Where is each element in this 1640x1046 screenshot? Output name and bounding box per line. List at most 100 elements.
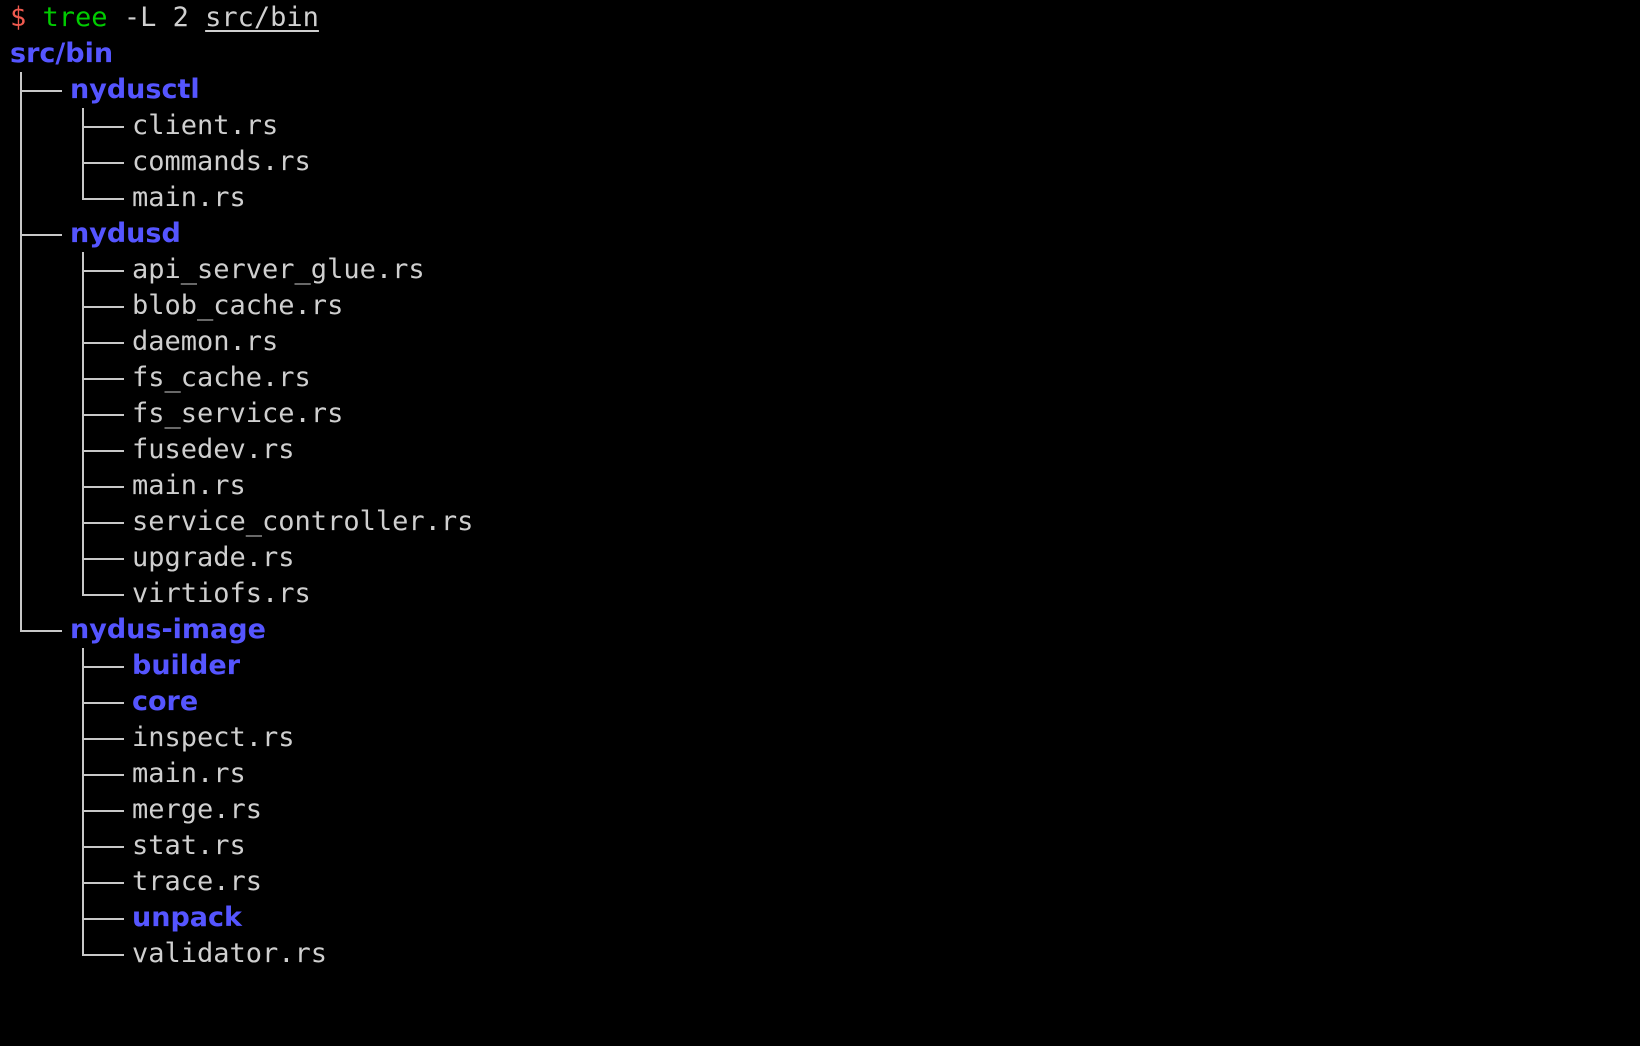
tree-guide-vertical [20, 576, 22, 612]
directory-name: nydus-image [70, 614, 266, 645]
command-name: tree [42, 2, 108, 33]
file-name: trace.rs [132, 866, 263, 897]
tree-row-file: main.rs [0, 756, 1640, 792]
terminal-window: $ tree -L 2 src/bin src/bin nydusctl clie… [0, 0, 1640, 1046]
tree-row-file: validator.rs [0, 936, 1640, 972]
tree-guide-branch [82, 414, 124, 416]
tree-guide-branch [82, 882, 124, 884]
file-name: api_server_glue.rs [132, 254, 425, 285]
tree-guide-vertical [20, 504, 22, 540]
tree-guide-branch [82, 198, 124, 200]
tree-guide-branch [82, 522, 124, 524]
tree-guide-branch [82, 774, 124, 776]
tree-guide-vertical [20, 468, 22, 504]
file-name: virtiofs.rs [132, 578, 311, 609]
tree-root-path: src/bin [10, 38, 114, 69]
tree-row-directory: builder [0, 648, 1640, 684]
file-name: fs_service.rs [132, 398, 344, 429]
file-name: upgrade.rs [132, 542, 295, 573]
tree-row-file: stat.rs [0, 828, 1640, 864]
tree-row-file: commands.rs [0, 144, 1640, 180]
command-flags: -L 2 [123, 2, 189, 33]
file-name: daemon.rs [132, 326, 279, 357]
tree-guide-branch [82, 666, 124, 668]
file-name: main.rs [132, 758, 246, 789]
tree-guide-branch [82, 342, 124, 344]
file-name: merge.rs [132, 794, 263, 825]
tree-listing: nydusctl client.rs commands.rs main.rs nydus… [0, 72, 1640, 972]
tree-row-file: main.rs [0, 468, 1640, 504]
tree-guide-branch [82, 702, 124, 704]
tree-guide-vertical [20, 396, 22, 432]
directory-name: nydusctl [70, 74, 200, 105]
tree-row-file: fs_service.rs [0, 396, 1640, 432]
tree-guide-branch [82, 738, 124, 740]
directory-name: core [132, 686, 199, 717]
command-argument-path: src/bin [205, 2, 319, 33]
tree-guide-branch [82, 126, 124, 128]
tree-guide-vertical [20, 180, 22, 216]
file-name: validator.rs [132, 938, 328, 969]
command-prompt-line: $ tree -L 2 src/bin [0, 0, 1640, 36]
tree-row-directory: unpack [0, 900, 1640, 936]
file-name: fusedev.rs [132, 434, 295, 465]
tree-guide-vertical [20, 252, 22, 288]
tree-guide-branch [82, 486, 124, 488]
tree-guide-vertical [20, 612, 22, 631]
tree-row-file: inspect.rs [0, 720, 1640, 756]
file-name: commands.rs [132, 146, 311, 177]
tree-row-file: upgrade.rs [0, 540, 1640, 576]
tree-guide-vertical [20, 288, 22, 324]
tree-guide-vertical [82, 180, 84, 199]
tree-row-file: trace.rs [0, 864, 1640, 900]
tree-row-directory: nydusd [0, 216, 1640, 252]
tree-row-file: daemon.rs [0, 324, 1640, 360]
tree-row-file: api_server_glue.rs [0, 252, 1640, 288]
file-name: blob_cache.rs [132, 290, 344, 321]
tree-guide-branch [82, 270, 124, 272]
tree-row-file: client.rs [0, 108, 1640, 144]
directory-name: builder [132, 650, 241, 681]
file-name: client.rs [132, 110, 279, 141]
tree-guide-vertical [82, 576, 84, 595]
tree-row-file: fs_cache.rs [0, 360, 1640, 396]
file-name: fs_cache.rs [132, 362, 311, 393]
tree-guide-vertical [82, 936, 84, 955]
tree-row-file: fusedev.rs [0, 432, 1640, 468]
tree-guide-branch [20, 630, 62, 632]
directory-name: nydusd [70, 218, 181, 249]
tree-guide-branch [82, 450, 124, 452]
file-name: stat.rs [132, 830, 246, 861]
file-name: service_controller.rs [132, 506, 474, 537]
tree-guide-vertical [20, 144, 22, 180]
tree-guide-branch [82, 594, 124, 596]
tree-guide-branch [82, 306, 124, 308]
tree-guide-vertical [20, 108, 22, 144]
tree-guide-branch [82, 846, 124, 848]
tree-row-file: blob_cache.rs [0, 288, 1640, 324]
file-name: inspect.rs [132, 722, 295, 753]
file-name: main.rs [132, 182, 246, 213]
tree-row-file: main.rs [0, 180, 1640, 216]
tree-row-directory: nydusctl [0, 72, 1640, 108]
tree-row-directory: nydus-image [0, 612, 1640, 648]
tree-row-directory: core [0, 684, 1640, 720]
tree-guide-branch [82, 954, 124, 956]
prompt-sigil: $ [10, 2, 27, 33]
tree-guide-vertical [20, 324, 22, 360]
tree-guide-branch [82, 378, 124, 380]
tree-guide-vertical [20, 432, 22, 468]
tree-row-file: service_controller.rs [0, 504, 1640, 540]
tree-guide-vertical [20, 360, 22, 396]
file-name: main.rs [132, 470, 246, 501]
tree-guide-branch [82, 162, 124, 164]
tree-guide-branch [82, 810, 124, 812]
directory-name: unpack [132, 902, 242, 933]
tree-guide-vertical [20, 540, 22, 576]
tree-guide-branch [20, 90, 62, 92]
tree-guide-branch [82, 918, 124, 920]
tree-row-file: virtiofs.rs [0, 576, 1640, 612]
tree-guide-branch [82, 558, 124, 560]
tree-guide-branch [20, 234, 62, 236]
tree-row-file: merge.rs [0, 792, 1640, 828]
